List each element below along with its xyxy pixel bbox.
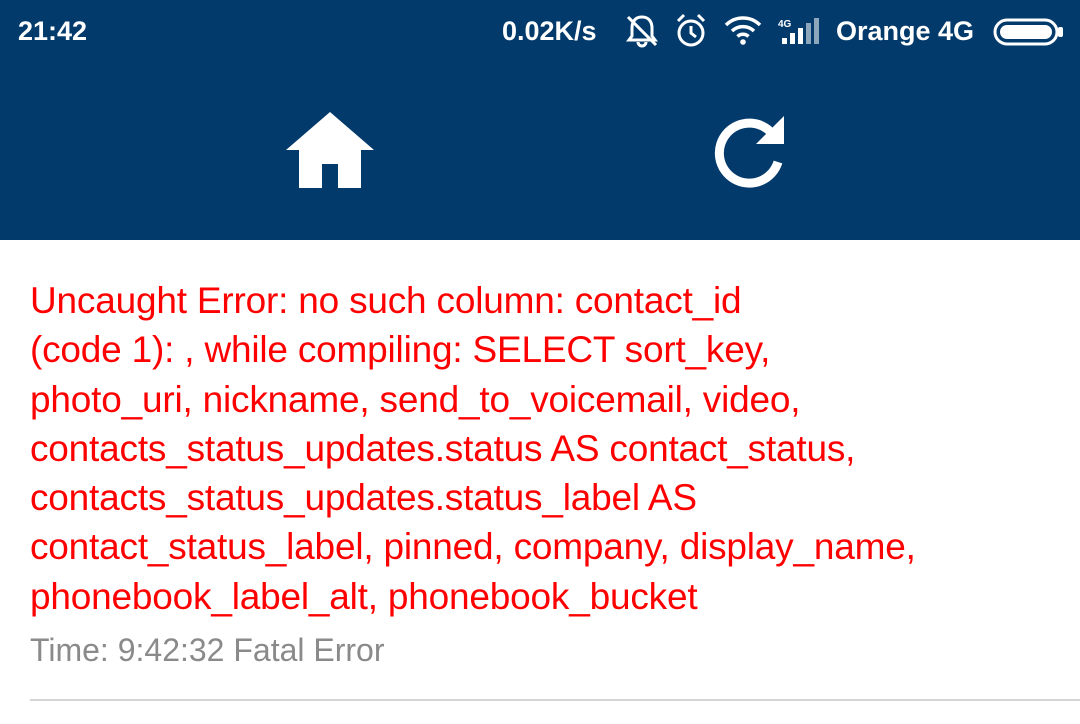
- status-bar: 21:42 0.02K/s 4G Orange 4G: [0, 0, 1080, 64]
- error-panel: Uncaught Error: no such column: contact_…: [30, 276, 1060, 669]
- home-button[interactable]: [270, 90, 390, 210]
- refresh-icon: [714, 116, 784, 188]
- battery-icon: [993, 17, 1065, 54]
- error-time-label: Time: 9:42:32 Fatal Error: [30, 632, 385, 669]
- bell-muted-icon: [624, 13, 660, 56]
- network-speed: 0.02K/s: [502, 16, 597, 46]
- error-message: Uncaught Error: no such column: contact_…: [30, 280, 916, 617]
- svg-text:4G: 4G: [778, 19, 792, 30]
- status-time: 21:42: [18, 16, 88, 46]
- home-icon: [286, 112, 374, 188]
- alarm-icon: [673, 12, 709, 57]
- wifi-icon: [724, 14, 762, 53]
- signal-icon: 4G: [778, 16, 822, 53]
- refresh-button[interactable]: [690, 90, 810, 210]
- divider: [30, 699, 1080, 701]
- carrier-name: Orange 4G: [836, 16, 975, 46]
- app-header: 21:42 0.02K/s 4G Orange 4G: [0, 0, 1080, 240]
